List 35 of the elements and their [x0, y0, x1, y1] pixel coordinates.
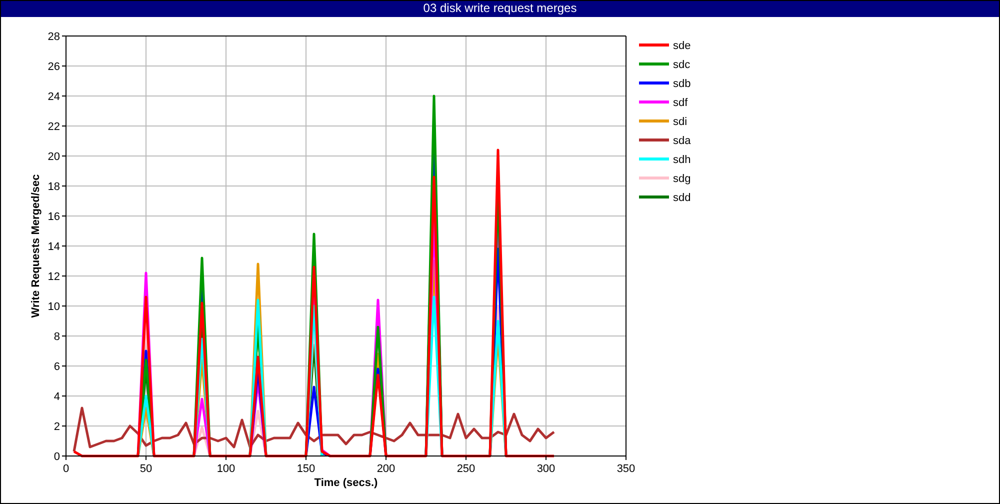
- tick-label: 4: [54, 391, 60, 403]
- axis-title: Write Requests Merged/sec: [30, 174, 42, 318]
- window-title: 03 disk write request merges: [1, 1, 999, 17]
- tick-label: 18: [48, 181, 60, 193]
- tick-label: 6: [54, 361, 60, 373]
- tick-label: 350: [616, 463, 636, 475]
- tick-label: 28: [48, 31, 60, 43]
- legend-label: sdh: [673, 154, 691, 166]
- tick-label: 24: [48, 91, 60, 103]
- tick-label: 0: [54, 451, 60, 463]
- tick-label: 22: [48, 121, 60, 133]
- tick-label: 20: [48, 151, 60, 163]
- tick-label: 2: [54, 421, 60, 433]
- tick-label: 14: [48, 241, 60, 253]
- tick-label: 150: [296, 463, 316, 475]
- tick-label: 26: [48, 61, 60, 73]
- legend-label: sde: [673, 40, 691, 52]
- legend-label: sdc: [673, 59, 690, 71]
- legend-label: sdd: [673, 192, 691, 204]
- tick-label: 250: [456, 463, 476, 475]
- tick-label: 100: [216, 463, 236, 475]
- tick-label: 300: [536, 463, 556, 475]
- axis-title: Time (secs.): [314, 477, 378, 489]
- tick-label: 8: [54, 331, 60, 343]
- tick-label: 16: [48, 211, 60, 223]
- tick-label: 0: [62, 463, 70, 475]
- tick-label: 12: [48, 271, 60, 283]
- tick-label: 200: [376, 463, 396, 475]
- tick-label: 10: [48, 301, 60, 313]
- legend-label: sdi: [673, 116, 688, 128]
- legend-label: sdf: [673, 97, 688, 109]
- legend-label: sdg: [673, 173, 691, 185]
- tick-label: 50: [140, 463, 152, 475]
- legend-label: sda: [673, 135, 691, 147]
- legend-label: sdb: [673, 78, 691, 90]
